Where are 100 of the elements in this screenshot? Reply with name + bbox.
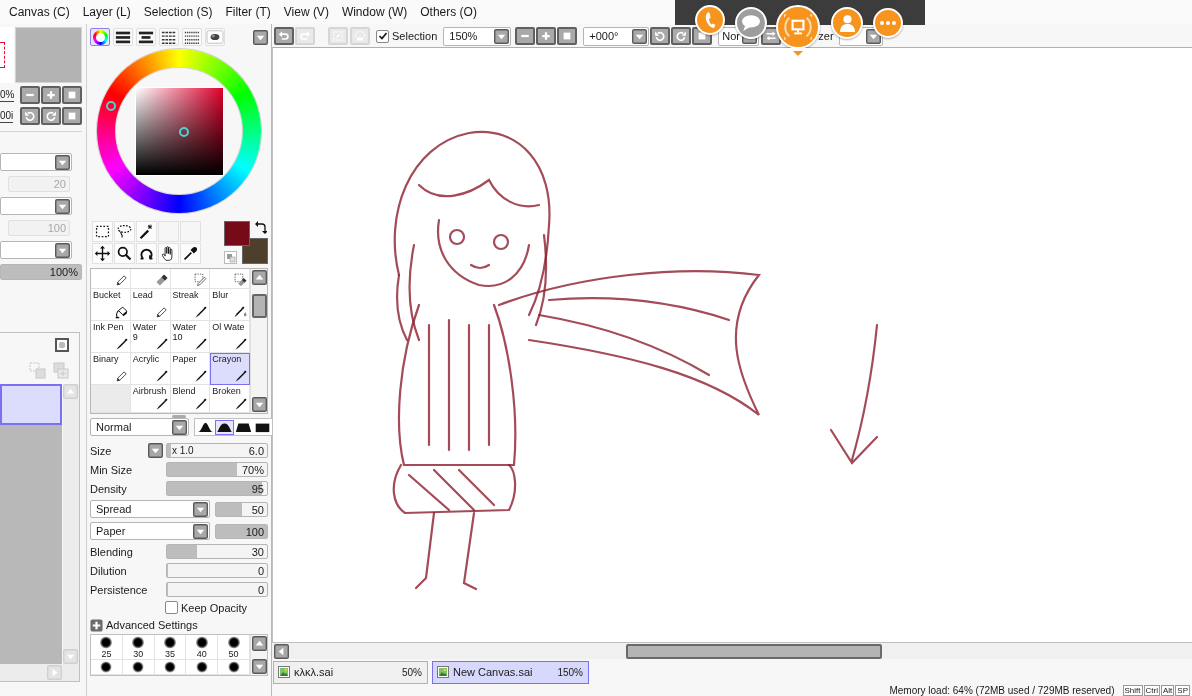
navigator-preview[interactable] — [0, 27, 14, 83]
brush-size-option[interactable] — [186, 660, 219, 675]
brush-tool[interactable]: Crayon — [210, 353, 250, 385]
horizontal-scrollbar[interactable] — [0, 664, 79, 681]
rotate-reset-button[interactable] — [62, 107, 82, 125]
menu-item[interactable]: Selection (S) — [143, 5, 213, 19]
zoom-in-button[interactable] — [41, 86, 61, 104]
vertical-scrollbar[interactable] — [250, 269, 267, 413]
more-button[interactable] — [873, 8, 903, 38]
brush-size-option[interactable] — [154, 660, 187, 675]
horizontal-scrollbar[interactable] — [272, 642, 1192, 659]
menu-item[interactable]: Others (O) — [420, 5, 477, 19]
zoom-in-button[interactable] — [536, 27, 557, 45]
angle-dropdown[interactable]: +000° — [583, 26, 650, 46]
brush-size-option[interactable]: 25 — [91, 635, 123, 660]
zoom-out-button[interactable] — [20, 86, 40, 104]
checkmark-icon — [377, 31, 388, 41]
magic-wand-tool[interactable] — [136, 221, 157, 242]
setting-dropdown[interactable]: Paper — [90, 522, 210, 540]
menu-item[interactable]: Filter (T) — [225, 5, 271, 19]
scrollbar-thumb[interactable] — [626, 643, 882, 659]
brush-size-option[interactable] — [91, 660, 123, 675]
scrollbar-thumb[interactable] — [251, 294, 267, 318]
brush-size-option[interactable]: 35 — [154, 635, 187, 660]
color-mode-tab[interactable] — [90, 28, 110, 46]
brush-tool[interactable]: Streak — [170, 289, 211, 321]
plus-icon[interactable] — [90, 618, 103, 632]
document-tab[interactable]: κλκλ.sai 50% — [273, 660, 428, 684]
layer-dropdown[interactable] — [0, 197, 72, 215]
viewport-frame-icon — [0, 42, 5, 68]
menu-item[interactable]: View (V) — [283, 5, 329, 19]
brush-tool[interactable]: Airbrush — [130, 385, 171, 413]
brush-tool[interactable]: Bucket — [91, 289, 131, 321]
move-tool[interactable] — [92, 243, 113, 264]
mound-shape-icon — [216, 421, 233, 433]
blend-mode-dropdown[interactable]: Normal — [90, 418, 189, 436]
vertical-scrollbar[interactable] — [250, 635, 267, 675]
zoom-dropdown[interactable]: 150% — [443, 26, 512, 46]
brush-size-option[interactable] — [122, 660, 155, 675]
secondary-color-swatch[interactable] — [242, 238, 268, 264]
hand-tool[interactable] — [158, 243, 179, 264]
brush-size-option[interactable] — [218, 660, 250, 675]
brush-size-option[interactable]: 40 — [186, 635, 219, 660]
undo-button[interactable] — [274, 27, 294, 45]
checkbox[interactable] — [165, 601, 178, 614]
primary-color-swatch[interactable] — [224, 221, 250, 246]
eraser-icon — [154, 273, 169, 287]
splitter-handle[interactable] — [172, 414, 186, 418]
checkbox[interactable] — [376, 29, 389, 43]
caret-icon[interactable] — [148, 443, 163, 458]
setting-slider[interactable]: 95 — [166, 481, 268, 496]
brush-tool[interactable]: Acrylic — [130, 353, 171, 385]
setting-slider[interactable]: 30 — [166, 544, 268, 559]
caret-icon[interactable] — [253, 30, 268, 45]
setting-slider[interactable]: 70% — [166, 462, 268, 477]
brush-tool[interactable]: Blend — [170, 385, 211, 413]
screen-button[interactable] — [776, 5, 820, 49]
brush-tool[interactable] — [130, 269, 171, 289]
zoom-reset-button[interactable] — [557, 27, 578, 45]
menu-item[interactable]: Canvas (C) — [9, 5, 70, 19]
menu-item[interactable]: Layer (L) — [82, 5, 131, 19]
rotate-left-button[interactable] — [650, 27, 671, 45]
phone-button[interactable] — [695, 5, 725, 35]
brush-tool[interactable]: Ink Pen — [91, 321, 131, 353]
brush-tool[interactable]: Water 9 — [130, 321, 171, 353]
setting-dropdown[interactable]: Spread — [90, 500, 210, 518]
circle-toggle-icon[interactable] — [55, 338, 69, 352]
swap-arrows-icon[interactable] — [255, 221, 267, 234]
setting-slider[interactable]: x 1.0 6.0 — [166, 443, 268, 458]
layer-slider[interactable]: 100% — [0, 264, 82, 280]
layer-dropdown[interactable] — [0, 241, 72, 259]
zoom-reset-button[interactable] — [62, 86, 82, 104]
eyedropper-tool[interactable] — [180, 243, 201, 264]
zoom-field[interactable]: 0% — [0, 88, 15, 102]
reset-colors-icon[interactable] — [224, 251, 237, 264]
brush-size-option[interactable]: 30 — [122, 635, 155, 660]
setting-slider[interactable]: 0 — [166, 563, 268, 578]
menu-item[interactable]: Window (W) — [341, 5, 408, 19]
setting-slider[interactable]: 50 — [215, 501, 268, 517]
layer-row[interactable] — [0, 384, 62, 425]
speech-bubble-icon — [742, 15, 760, 31]
rect-select-tool[interactable] — [92, 221, 113, 242]
brush-tool[interactable]: Water 10 — [170, 321, 211, 353]
zoom-out-button[interactable] — [515, 27, 536, 45]
lasso-tool[interactable] — [114, 221, 135, 242]
setting-slider[interactable]: 100 — [215, 523, 268, 539]
setting-slider[interactable]: 0 — [166, 582, 268, 597]
brush-tool[interactable] — [91, 269, 131, 289]
layer-dropdown[interactable] — [0, 153, 72, 171]
brush-shape-button[interactable] — [215, 419, 234, 435]
angle-field[interactable]: 00i — [0, 109, 14, 123]
rotate-right-button[interactable] — [41, 107, 61, 125]
document-tab[interactable]: New Canvas.sai 150% — [432, 660, 589, 684]
color-square[interactable] — [134, 86, 224, 176]
zoom-tool[interactable] — [114, 243, 135, 264]
expander-label[interactable]: Advanced Settings — [106, 619, 198, 631]
rotate-tool[interactable] — [136, 243, 157, 264]
brush-tool[interactable]: Lead — [130, 289, 171, 321]
brush-size-option[interactable]: 50 — [218, 635, 250, 660]
rotate-left-button[interactable] — [20, 107, 40, 125]
